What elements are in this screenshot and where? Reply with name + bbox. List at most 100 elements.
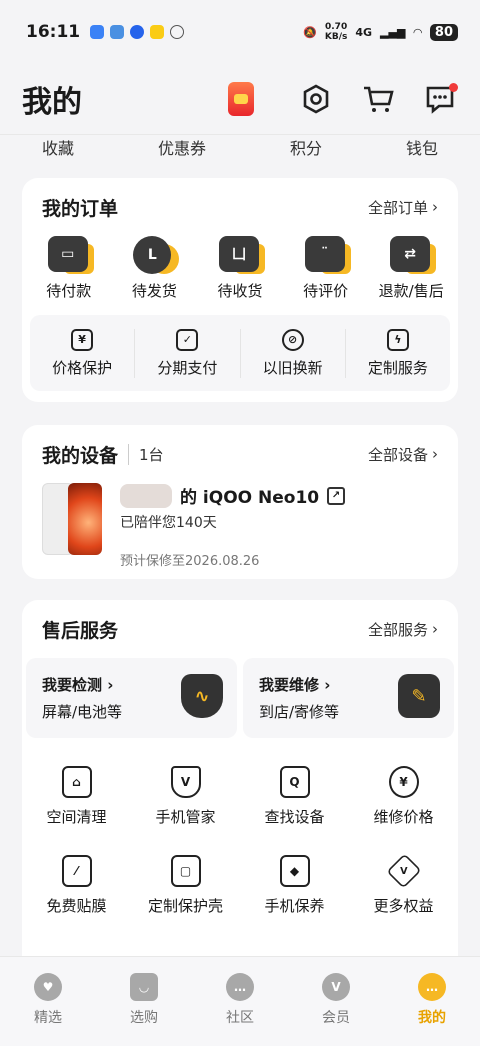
tab-community[interactable]: … 社区 xyxy=(205,973,275,1046)
diamond-icon: V xyxy=(385,853,422,889)
order-services-strip: ¥ 价格保护 ✓ 分期支付 ⊘ 以旧换新 ϟ 定制服务 xyxy=(30,315,450,391)
status-bar: 16:11 🔕 0.70 KB/s 4G ▂▄▆ ◠ 80 xyxy=(0,0,480,64)
after-sales-boxes: 我要检测 › 屏幕/电池等 ∿ 我要维修 › 到店/寄修等 ✎ xyxy=(22,658,458,738)
device-count: 1台 xyxy=(128,443,164,465)
price-icon: ¥ xyxy=(388,766,419,798)
cart-icon xyxy=(364,86,394,112)
bag-icon: ◡ xyxy=(130,973,158,1001)
clock-icon: L xyxy=(133,236,180,274)
repair-box[interactable]: 我要维修 › 到店/寄修等 ✎ xyxy=(243,658,454,738)
device-days: 已陪伴您140天 xyxy=(120,515,217,531)
service-more-benefits[interactable]: V 更多权益 xyxy=(349,853,458,916)
notification-icons xyxy=(90,25,185,39)
unread-badge xyxy=(449,83,458,92)
after-sales-title: 售后服务 xyxy=(42,619,119,642)
device-entry[interactable]: 的 iQOO Neo10 ↗ 已陪伴您140天 预计保修至2026.08.26 xyxy=(22,483,458,569)
phone-image xyxy=(42,483,104,557)
devices-title: 我的设备 xyxy=(42,444,119,467)
order-pending-payment[interactable]: ▭ 待付款 xyxy=(29,236,109,301)
service-custom-case[interactable]: ▢ 定制保护壳 xyxy=(131,855,240,916)
after-sales-card: 售后服务 全部服务 › 我要检测 › 屏幕/电池等 ∿ 我要维修 › 到店/寄修等… xyxy=(22,600,458,956)
profile-icon: … xyxy=(418,973,446,1001)
orders-header: 我的订单 全部订单 › xyxy=(22,178,458,236)
shield-icon: V xyxy=(170,766,201,798)
mute-icon: 🔕 xyxy=(303,25,317,39)
tab-featured[interactable]: ♥ 精选 xyxy=(13,973,83,1046)
chat-icon: … xyxy=(226,973,254,1001)
screen-film-icon: ⁄ xyxy=(61,855,92,887)
net-speed: 0.70 KB/s xyxy=(324,22,348,42)
quick-link-points[interactable]: 积分 xyxy=(290,135,322,158)
order-status-row: ▭ 待付款 L 待发货 凵待收货 ¨ 待评价 ⇄ 退款/售后 xyxy=(22,236,458,301)
devices-card: 我的设备 1台 全部设备 › 的 iQOO Neo10 ↗ 已陪伴您140天 预计保… xyxy=(22,425,458,579)
quick-link-coupons[interactable]: 优惠券 xyxy=(158,135,206,158)
order-pending-shipment[interactable]: L 待发货 xyxy=(114,236,194,301)
service-installment[interactable]: ✓ 分期支付 xyxy=(135,328,241,378)
member-diamond-icon: V xyxy=(322,973,350,1001)
order-pending-receipt[interactable]: 凵待收货 xyxy=(200,236,280,301)
device-warranty: 预计保修至2026.08.26 xyxy=(120,554,260,569)
calendar-check-icon: ✓ xyxy=(176,328,199,351)
external-link-icon[interactable]: ↗ xyxy=(327,486,346,505)
tab-shop[interactable]: ◡ 选购 xyxy=(109,973,179,1046)
chevron-right-icon: › xyxy=(432,620,438,638)
browser-notification-icon xyxy=(130,25,145,39)
tab-member[interactable]: V 会员 xyxy=(301,973,371,1046)
sync-notification-icon xyxy=(170,25,185,39)
app-notification-icon xyxy=(90,25,105,39)
box-icon: 凵 xyxy=(218,236,265,274)
phone-case-icon: ▢ xyxy=(170,855,201,887)
header-actions xyxy=(228,81,458,117)
all-services-link[interactable]: 全部服务 › xyxy=(368,619,438,640)
detect-box[interactable]: 我要检测 › 屏幕/电池等 ∿ xyxy=(26,658,237,738)
orders-title: 我的订单 xyxy=(42,197,119,220)
signal-label: 4G xyxy=(355,25,373,39)
order-pending-review[interactable]: ¨ 待评价 xyxy=(286,236,366,301)
drop-icon: ◆ xyxy=(279,855,310,887)
service-price-protection[interactable]: ¥ 价格保护 xyxy=(30,328,136,378)
devices-header: 我的设备 1台 全部设备 › xyxy=(22,425,458,483)
file-notification-icon xyxy=(110,25,125,39)
service-grid: ⌂ 空间清理 V 手机管家 Q 查找设备 ¥ 维修价格 ⁄ 免费贴膜 ▢ 定制保护壳 ◆ 手机… xyxy=(22,738,458,916)
tab-mine[interactable]: … 我的 xyxy=(397,973,467,1046)
chevron-right-icon: › xyxy=(432,198,438,216)
service-repair-price[interactable]: ¥ 维修价格 xyxy=(349,766,458,827)
signal-icon: ▂▄▆ xyxy=(380,25,406,39)
orders-card: 我的订单 全部订单 › ▭ 待付款 L 待发货 凵待收货 ¨ 待评价 ⇄ 退款/售后 ¥ 价… xyxy=(22,178,458,402)
service-trade-in[interactable]: ⊘ 以旧换新 xyxy=(241,328,346,378)
comment-icon: ¨ xyxy=(304,236,351,274)
diagnostic-shield-icon: ∿ xyxy=(181,674,223,718)
gear-icon xyxy=(303,84,329,114)
red-packet-icon[interactable] xyxy=(228,82,254,116)
heart-icon: ♥ xyxy=(34,973,62,1001)
settings-button[interactable] xyxy=(298,81,334,117)
messages-button[interactable] xyxy=(422,81,458,117)
bottom-tab-bar: ♥ 精选 ◡ 选购 … 社区 V 会员 … 我的 xyxy=(0,956,480,1046)
cart-button[interactable] xyxy=(360,81,396,117)
wallet-icon: ▭ xyxy=(47,236,94,274)
wrench-icon: ✎ xyxy=(398,674,440,718)
trade-in-icon: ⊘ xyxy=(281,328,304,351)
all-devices-link[interactable]: 全部设备 › xyxy=(368,444,438,465)
all-orders-link[interactable]: 全部订单 › xyxy=(368,197,438,218)
clock: 16:11 xyxy=(26,22,81,42)
page-header: 我的 xyxy=(0,64,480,134)
search-device-icon: Q xyxy=(279,766,310,798)
service-phone-manager[interactable]: V 手机管家 xyxy=(131,766,240,827)
quick-links: 收藏 优惠券 积分 钱包 xyxy=(0,134,480,158)
device-info: 的 iQOO Neo10 ↗ 已陪伴您140天 预计保修至2026.08.26 xyxy=(120,483,438,569)
trash-icon: ⌂ xyxy=(61,766,92,798)
service-find-device[interactable]: Q 查找设备 xyxy=(240,766,349,827)
owner-name-blur xyxy=(120,483,172,508)
service-maintenance[interactable]: ◆ 手机保养 xyxy=(240,855,349,916)
service-space-clean[interactable]: ⌂ 空间清理 xyxy=(22,766,131,827)
service-free-film[interactable]: ⁄ 免费贴膜 xyxy=(22,855,131,916)
lightning-icon: ϟ xyxy=(386,328,409,351)
page-title: 我的 xyxy=(22,85,82,120)
quick-link-favorites[interactable]: 收藏 xyxy=(42,135,74,158)
service-custom[interactable]: ϟ 定制服务 xyxy=(346,328,450,378)
quick-link-wallet[interactable]: 钱包 xyxy=(406,135,438,158)
wallet-notification-icon xyxy=(150,25,165,39)
after-sales-header: 售后服务 全部服务 › xyxy=(22,600,458,658)
order-refund[interactable]: ⇄ 退款/售后 xyxy=(371,236,451,301)
